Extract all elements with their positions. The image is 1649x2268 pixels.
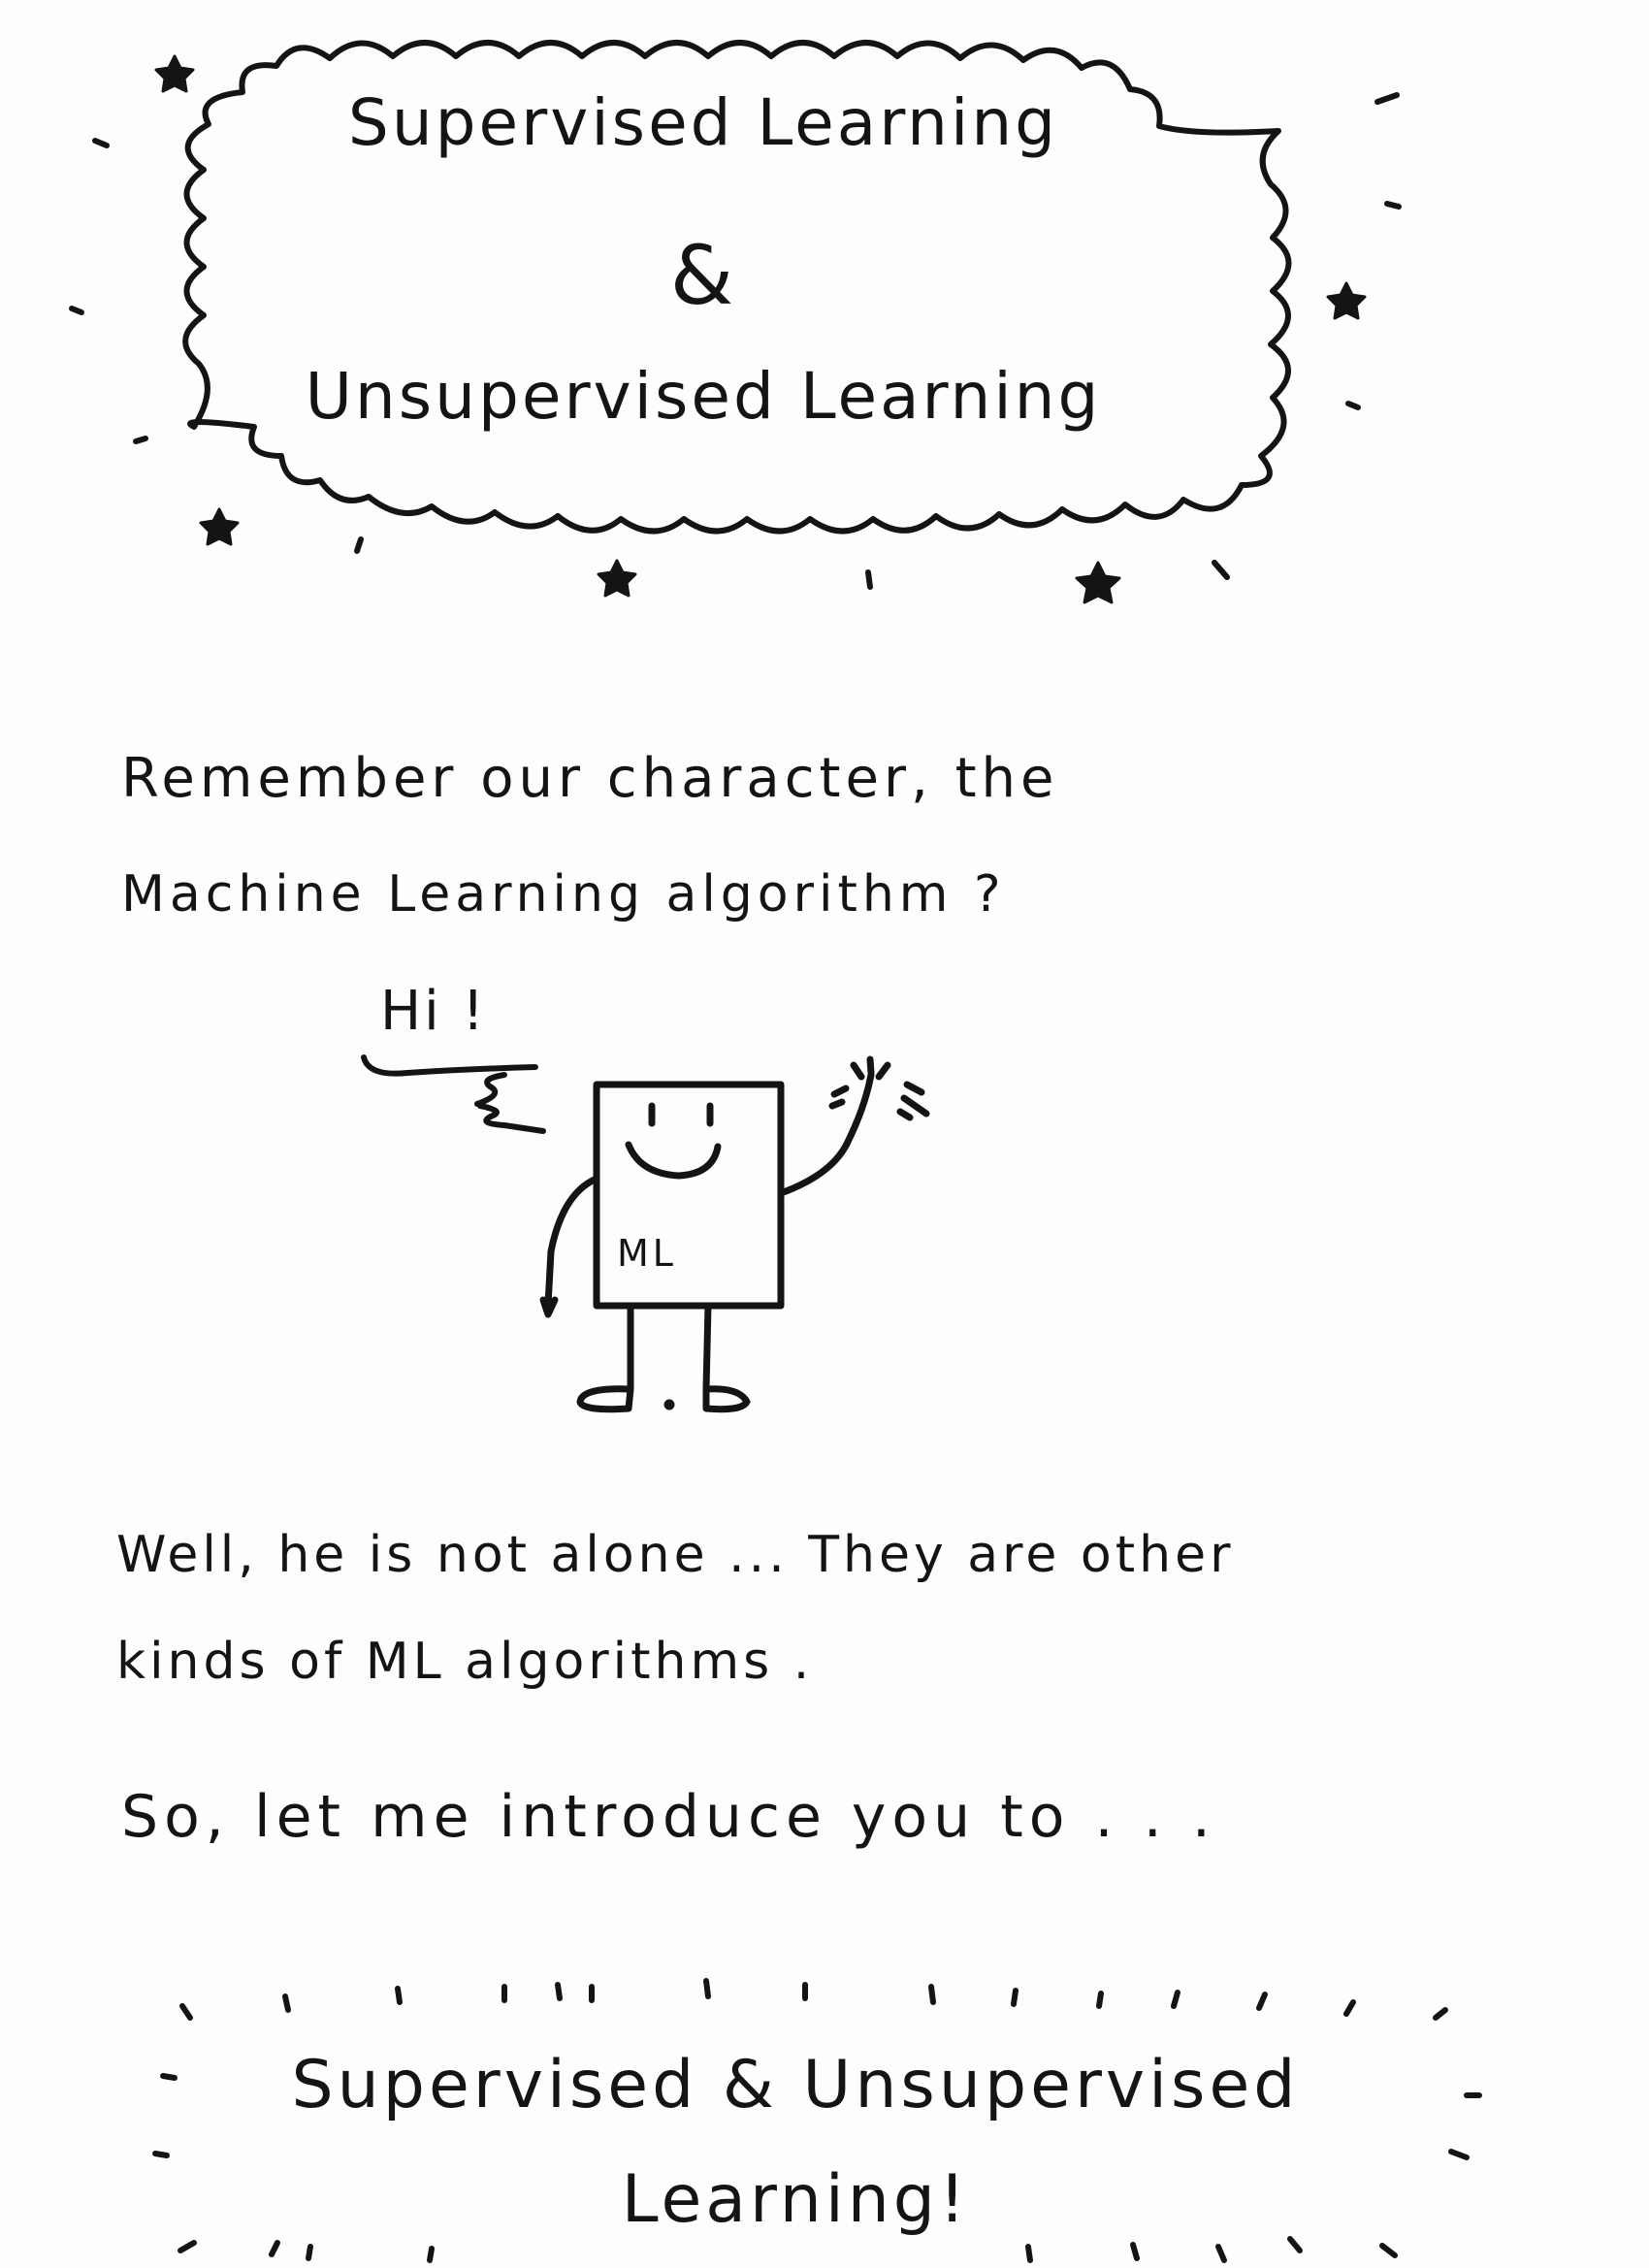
character-label: ML (617, 1232, 677, 1275)
closing-line-2: Learning! (621, 2161, 970, 2238)
page-drawings (69, 40, 1482, 2263)
title-ampersand: & (669, 228, 737, 323)
character-greeting: Hi ! (380, 980, 487, 1043)
greeting-underline (361, 1054, 546, 1134)
ml-character (539, 1055, 930, 1413)
title-line-1: Supervised Learning (347, 85, 1059, 160)
intro-line-1: Remember our character, the (121, 747, 1059, 810)
paragraph-line-2: kinds of ML algorithms . (116, 1633, 814, 1691)
closing-line-1: Supervised & Unsupervised (291, 2047, 1300, 2123)
intro-line-2: Machine Learning algorithm ? (121, 865, 1006, 923)
title-line-3: Unsupervised Learning (305, 359, 1102, 434)
lead-in-line: So, let me introduce you to . . . (121, 1783, 1216, 1851)
handwritten-page: Supervised Learning & Unsupervised Learn… (0, 0, 1649, 2268)
paragraph-line-1: Well, he is not alone ... They are other (116, 1526, 1235, 1584)
title-dashes (69, 92, 1402, 590)
